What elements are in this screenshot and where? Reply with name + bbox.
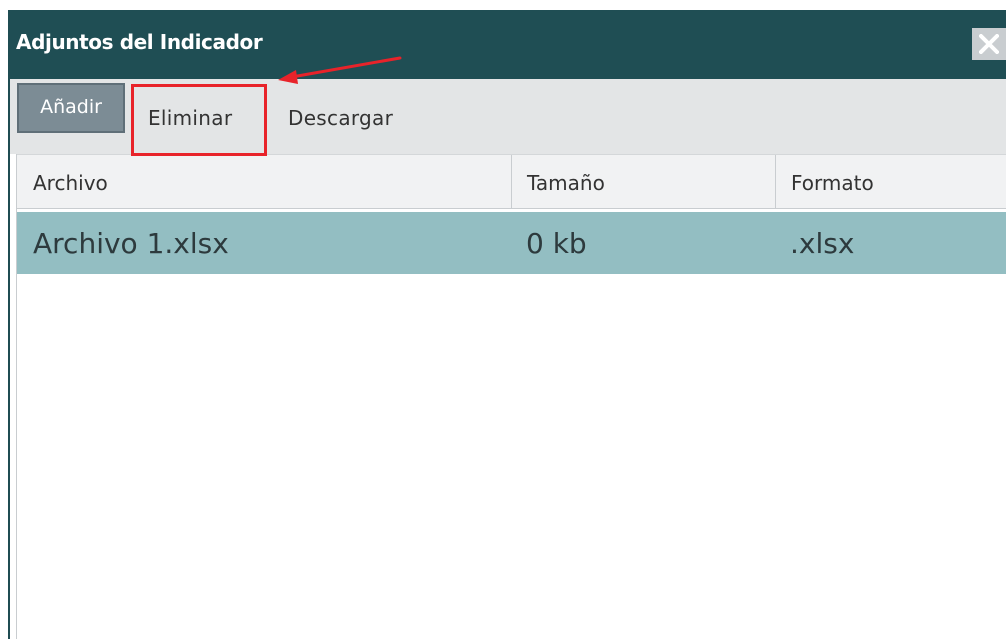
attachments-grid: Archivo Tamaño Formato Archivo 1.xlsx 0 … — [16, 154, 1006, 639]
download-button[interactable]: Descargar — [288, 83, 393, 133]
dialog-titlebar: Adjuntos del Indicador — [10, 10, 1006, 79]
add-button[interactable]: Añadir — [17, 83, 125, 133]
toolbar: Añadir Eliminar Descargar — [10, 79, 1006, 154]
cell-file-format: .xlsx — [790, 227, 855, 260]
close-button[interactable] — [972, 28, 1006, 60]
attachments-dialog: Adjuntos del Indicador Añadir Eliminar D… — [8, 10, 1006, 639]
grid-header: Archivo Tamaño Formato — [17, 154, 1006, 209]
cell-file-size: 0 kb — [526, 227, 587, 260]
delete-button[interactable]: Eliminar — [148, 83, 232, 133]
close-icon — [979, 34, 999, 54]
dialog-title: Adjuntos del Indicador — [16, 30, 263, 54]
table-row[interactable]: Archivo 1.xlsx 0 kb .xlsx — [17, 212, 1006, 274]
column-header-size[interactable]: Tamaño — [511, 155, 775, 209]
column-header-file[interactable]: Archivo — [17, 155, 511, 209]
cell-file-name: Archivo 1.xlsx — [33, 227, 229, 260]
column-header-format[interactable]: Formato — [775, 155, 1006, 209]
